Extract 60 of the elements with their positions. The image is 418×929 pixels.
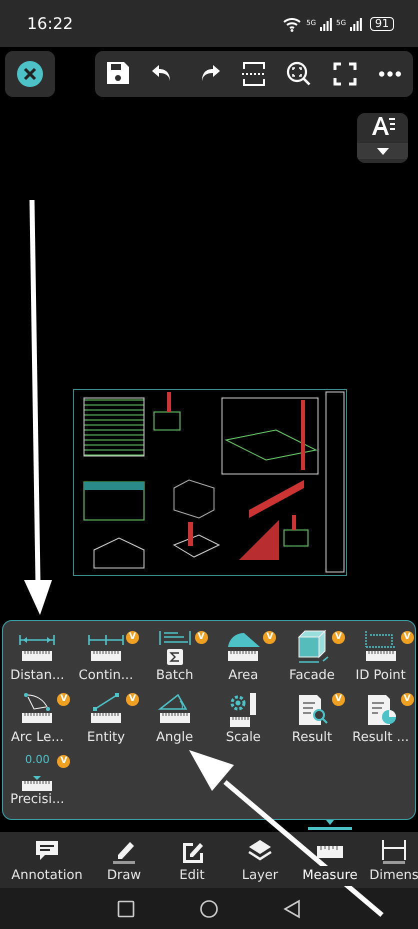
measure-tool[interactable]: V Result: [278, 691, 346, 751]
tool-label: Entity: [87, 729, 125, 747]
toolbar-tab[interactable]: Draw: [94, 838, 154, 888]
measure-tool[interactable]: V Facade: [278, 629, 346, 689]
clock-time: 16:22: [27, 12, 74, 34]
measure-tool[interactable]: V Contin...: [72, 629, 140, 689]
tool-label: Scale: [226, 729, 261, 747]
selection-indicator: [308, 820, 352, 830]
close-icon: [16, 60, 44, 88]
tool-label: Distan...: [10, 667, 64, 685]
measure-tool[interactable]: V Result ...: [346, 691, 415, 751]
tool-label: Batch: [156, 667, 194, 685]
tool-label: Facade: [289, 667, 335, 685]
premium-badge: V: [400, 693, 414, 706]
signal-icon: [320, 16, 332, 30]
signal-icon: [350, 16, 362, 30]
precision-value: 0.00: [25, 754, 50, 766]
more-icon: [378, 71, 401, 77]
toolbar-tab[interactable]: Dimens: [370, 838, 418, 888]
toolbar-tab[interactable]: Annotation: [0, 838, 94, 888]
toolbar-tab[interactable]: Measure: [290, 838, 370, 888]
measure-tool[interactable]: V Entity: [72, 691, 140, 751]
ruler-icon: [317, 846, 343, 858]
premium-badge: V: [400, 631, 414, 644]
measure-tool[interactable]: 0.00 V Precisi...: [3, 753, 72, 813]
measure-tool[interactable]: V Arc Le...: [3, 691, 72, 751]
tool-label: Precisi...: [10, 791, 64, 809]
tool-label: Arc Le...: [11, 729, 64, 747]
text-style-button[interactable]: [357, 113, 408, 163]
circle-nav-icon[interactable]: [199, 898, 219, 918]
premium-badge: V: [263, 631, 276, 644]
tool-label: Result: [292, 729, 332, 747]
dimension-icon: [380, 838, 408, 866]
toolbar-tab[interactable]: Layer: [230, 838, 290, 888]
premium-badge: V: [126, 693, 139, 706]
measure-tool[interactable]: Scale: [208, 691, 278, 751]
premium-badge: V: [194, 631, 208, 644]
tool-label: Area: [228, 667, 258, 685]
square-nav-icon[interactable]: [117, 900, 135, 918]
premium-badge: V: [332, 631, 345, 644]
wifi-icon: [282, 16, 302, 32]
measure-tool[interactable]: V Batch: [140, 629, 209, 689]
measure-tool[interactable]: V Area: [208, 629, 278, 689]
dropdown-caret-icon: [376, 148, 388, 154]
tool-label: Contin...: [78, 667, 134, 685]
premium-badge: V: [57, 693, 70, 706]
measure-tool[interactable]: V ID Point: [346, 629, 415, 689]
premium-badge: V: [57, 755, 70, 768]
battery-level: 91: [370, 16, 394, 30]
measure-tool[interactable]: Angle: [140, 691, 209, 751]
premium-badge: V: [126, 631, 139, 644]
ruler-icon: [22, 776, 52, 791]
close-button[interactable]: [5, 51, 55, 97]
back-nav-icon[interactable]: [283, 898, 301, 918]
tool-label: ID Point: [356, 667, 406, 685]
toolbar-tab[interactable]: Edit: [154, 838, 230, 888]
tool-label: Result ...: [352, 729, 409, 747]
measure-tool[interactable]: Distan...: [3, 629, 72, 689]
premium-badge: V: [332, 693, 345, 706]
tool-label: Angle: [156, 729, 194, 747]
